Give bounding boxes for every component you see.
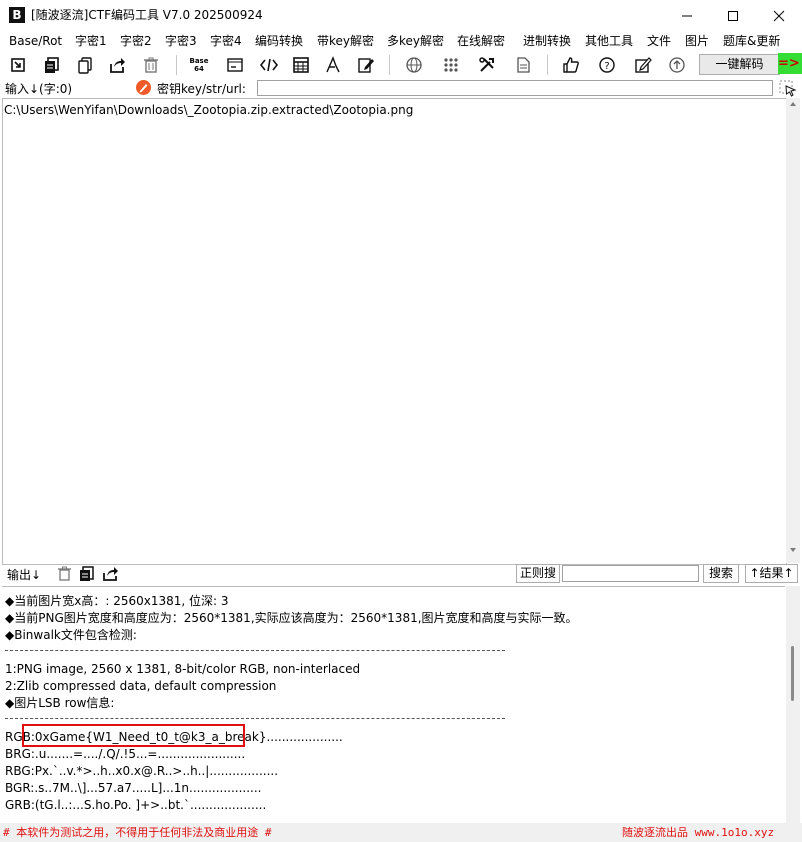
paste-icon[interactable] (74, 54, 96, 76)
output-line: ◆当前图片宽x高：: 2560x1381, 位深: 3 (5, 594, 229, 608)
regex-search-button[interactable]: 正则搜 (516, 564, 560, 583)
globe-icon[interactable] (403, 54, 425, 76)
output-copy-icon[interactable] (78, 565, 95, 582)
edit-doc-icon[interactable] (355, 54, 377, 76)
output-scrollbar[interactable] (786, 586, 800, 823)
close-icon (773, 10, 785, 21)
base-icon-label: Base (189, 57, 209, 65)
key-label: 密钥key/str/url: (157, 82, 246, 96)
toolbar: Base 64 ? (0, 51, 802, 78)
menu-key-decrypt[interactable]: 带key解密 (317, 31, 374, 51)
menu-zimi2[interactable]: 字密2 (120, 31, 152, 51)
cursor-select-icon[interactable] (779, 80, 797, 97)
svg-text:?: ? (604, 61, 609, 72)
font-icon[interactable] (322, 54, 344, 76)
menu-zimi3[interactable]: 字密3 (165, 31, 197, 51)
toolbar-separator (547, 55, 548, 75)
calculator-icon[interactable] (290, 54, 312, 76)
flag-highlight-box (22, 724, 245, 747)
terminal-icon[interactable] (224, 54, 246, 76)
key-input[interactable] (257, 80, 773, 96)
close-button[interactable] (756, 0, 802, 31)
output-line: RBG:Px.`..v.*>..h..x0.x@.R..>..h..|.....… (5, 764, 279, 778)
document-icon[interactable] (512, 54, 534, 76)
base-icon[interactable]: Base 64 (188, 54, 210, 76)
grid-icon[interactable] (440, 54, 462, 76)
code-icon[interactable] (258, 54, 280, 76)
credit-text: 随波逐流出品 www.1o1o.xyz (622, 826, 775, 839)
search-button[interactable]: 搜索 (703, 564, 739, 583)
pencil-icon[interactable] (632, 54, 654, 76)
menu-bar: Base/Rot 字密1 字密2 字密3 字密4 编码转换 带key解密 多ke… (0, 31, 802, 51)
output-share-icon[interactable] (102, 565, 119, 582)
menu-bank-update[interactable]: 题库&更新 (723, 31, 780, 51)
tools-icon[interactable] (476, 54, 498, 76)
window-title: [随波逐流]CTF编码工具 V7.0 202500924 (31, 8, 263, 22)
menu-zimi4[interactable]: 字密4 (210, 31, 242, 51)
disclaimer-text: # 本软件为测试之用，不得用于任何非法及商业用途 # (3, 826, 272, 839)
output-line: BGR:.s..7M..\]...57.a7.....L]...1n......… (5, 781, 262, 795)
app-logo: B (9, 7, 25, 23)
input-textarea[interactable] (2, 98, 787, 565)
decode-arrow-button[interactable]: => (778, 53, 802, 74)
output-line-partial: ━━━━━━━━━━━━━━━━━━━━━━━━━━━━━━━━━━ (5, 587, 251, 592)
output-separator (5, 650, 505, 651)
output-line: 1:PNG image, 2560 x 1381, 8-bit/color RG… (5, 662, 361, 676)
output-label: 输出↓ (7, 568, 42, 582)
menu-online-decrypt[interactable]: 在线解密 (457, 31, 505, 51)
output-line: ◆图片LSB row信息: (5, 696, 115, 710)
help-icon[interactable]: ? (596, 54, 618, 76)
maximize-icon (728, 10, 738, 21)
menu-radix[interactable]: 进制转换 (523, 31, 571, 51)
output-line: ◆当前PNG图片宽度和高度应为：2560*1381,实际应该高度为：2560*1… (5, 611, 578, 625)
minimize-button[interactable] (664, 0, 710, 31)
one-click-decode-button[interactable]: 一键解码 (699, 54, 780, 75)
menu-image[interactable]: 图片 (685, 31, 709, 51)
result-nav-button[interactable]: ↑结果↑ (745, 564, 798, 583)
output-scrollbar-thumb[interactable] (791, 646, 794, 701)
search-input[interactable] (562, 565, 699, 582)
copy-icon[interactable] (41, 54, 63, 76)
menu-other-tools[interactable]: 其他工具 (585, 31, 633, 51)
output-line: BRG:.u.......=..../.Q/.!5...=...........… (5, 747, 246, 761)
import-icon[interactable] (7, 54, 29, 76)
menu-file[interactable]: 文件 (647, 31, 671, 51)
input-label: 输入↓(字:0) (5, 82, 73, 96)
menu-encoding[interactable]: 编码转换 (255, 31, 303, 51)
menu-zimi1[interactable]: 字密1 (75, 31, 107, 51)
share-icon[interactable] (106, 54, 128, 76)
upload-icon[interactable] (666, 54, 688, 76)
key-icon (136, 80, 151, 95)
output-textarea[interactable]: ━━━━━━━━━━━━━━━━━━━━━━━━━━━━━━━━━━ ◆当前图片… (2, 586, 785, 824)
maximize-button[interactable] (710, 0, 756, 31)
input-scrollbar[interactable] (786, 98, 800, 563)
minimize-icon (682, 15, 692, 16)
output-line: 2:Zlib compressed data, default compress… (5, 679, 277, 693)
thumbs-up-icon[interactable] (560, 54, 582, 76)
trash-icon[interactable] (140, 54, 162, 76)
output-line: GRB:(tG.l..:...S.ho.Po. ]+>..bt.`.......… (5, 798, 267, 812)
output-line: ◆Binwalk文件包含检测: (5, 628, 137, 642)
toolbar-separator (176, 55, 177, 75)
menu-base-rot[interactable]: Base/Rot (9, 31, 62, 51)
output-trash-icon[interactable] (56, 565, 73, 582)
output-separator (5, 718, 505, 719)
menu-multikey-decrypt[interactable]: 多key解密 (387, 31, 444, 51)
toolbar-separator (389, 55, 390, 75)
input-content: C:\Users\WenYifan\Downloads\_Zootopia.zi… (4, 103, 414, 117)
base-icon-number: 64 (194, 65, 204, 73)
